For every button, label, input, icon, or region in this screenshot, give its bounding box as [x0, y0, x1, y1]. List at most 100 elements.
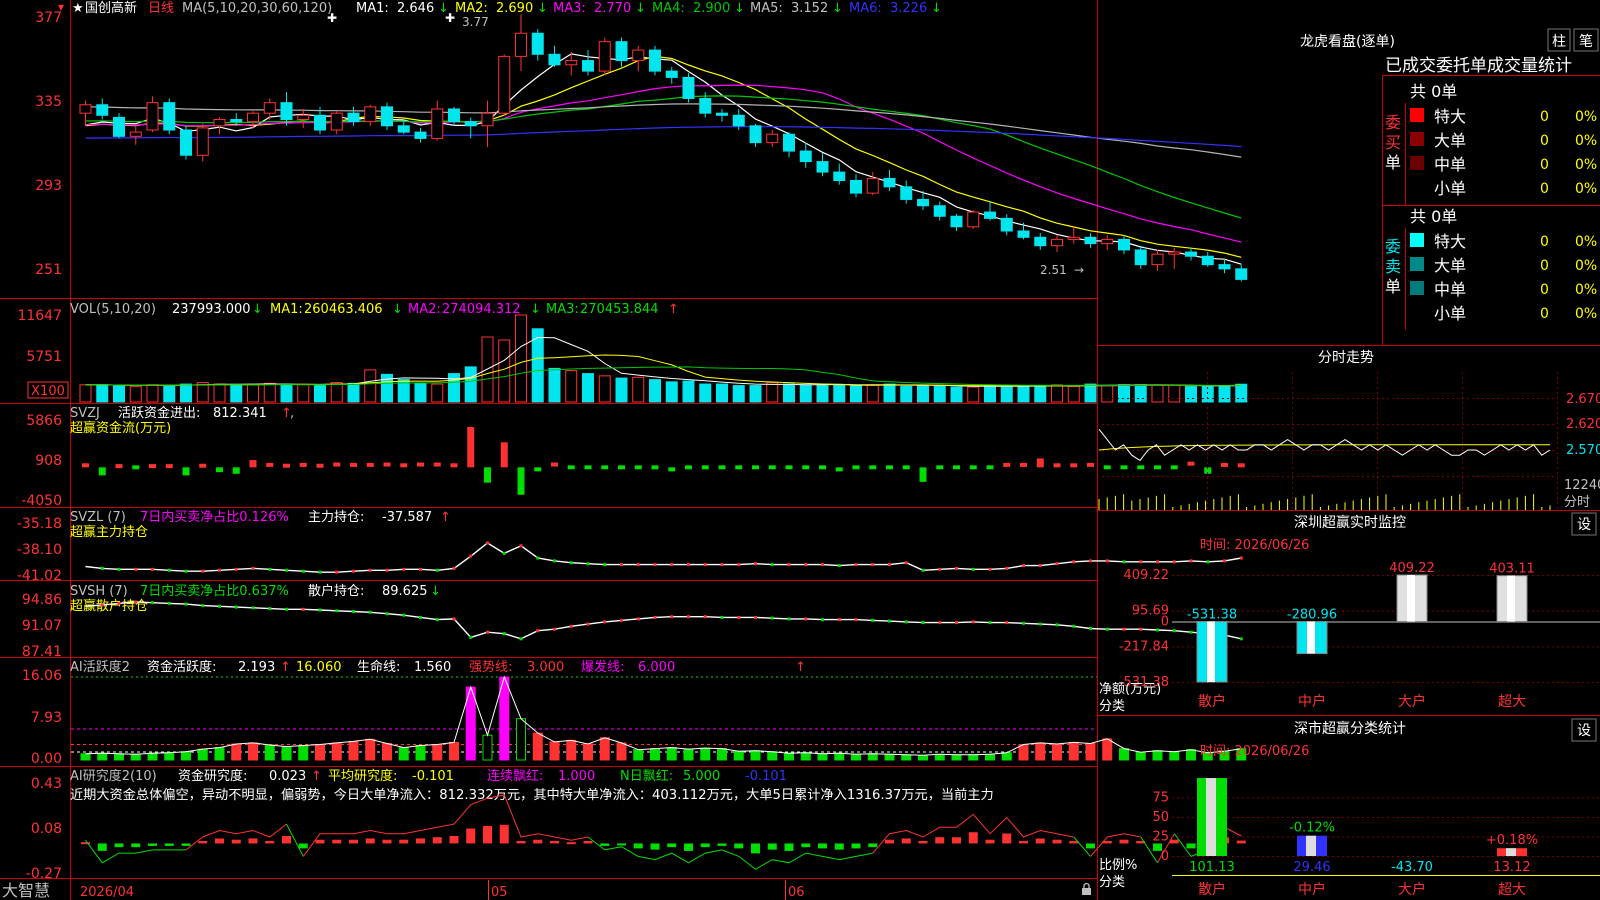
monitor-panel: 深圳超赢实时监控 设 时间: 2026/06/26 409.2295.690-2… [1099, 512, 1600, 714]
position-dot [435, 618, 439, 622]
lhkp-buy-total: 共 0单 [1410, 82, 1457, 101]
ai2-bar [1052, 743, 1062, 761]
vol-bar [1084, 383, 1097, 403]
position-dot [469, 635, 473, 639]
candle-body [464, 121, 477, 127]
position-dot [435, 568, 439, 572]
position-dot [938, 567, 942, 571]
high-price-label: 3.77 [462, 15, 489, 29]
position-dot [603, 620, 607, 624]
position-dot [1223, 559, 1226, 563]
ai2-life-value: 1.560 [414, 660, 451, 675]
position-dot [1005, 566, 1009, 570]
stock-name[interactable]: 国创高新 [85, 0, 137, 16]
candle-body [213, 118, 226, 127]
stats-bottom-value: 101.13 [1189, 860, 1235, 875]
vol-bar [464, 366, 477, 403]
ai2-bar [901, 754, 912, 761]
price-grid [62, 17, 70, 270]
ai10-bar [466, 828, 476, 844]
ma4-arrow: ↓ [734, 1, 745, 16]
lhkp-sell-row-name: 小单 [1434, 304, 1466, 323]
vol-bar [548, 367, 561, 403]
position-dot [167, 601, 171, 605]
legend-swatch [1410, 281, 1424, 295]
svzj-tick: 908 [35, 453, 62, 469]
candle-body [900, 186, 913, 200]
ai10-bar [801, 843, 811, 848]
intraday-time-label: 分时 [1564, 495, 1590, 510]
ai10-avg-value: -0.101 [412, 769, 454, 784]
position-dot [1139, 627, 1143, 631]
vol-bar [1000, 385, 1013, 403]
vol-bar [96, 384, 109, 403]
svzj-bar [1154, 465, 1161, 470]
ai10-bar [416, 838, 425, 844]
position-dot [1038, 564, 1042, 568]
ai2-bar [97, 752, 108, 761]
position-dot [754, 562, 757, 566]
position-dot [1172, 560, 1176, 564]
position-dot [117, 567, 121, 571]
lhkp-buy-row-name: 中单 [1434, 155, 1466, 174]
position-dot [687, 563, 690, 567]
monitor-bar-value: -531.38 [1187, 608, 1237, 623]
svzl-tick: -35.18 [17, 516, 62, 532]
svzj-bar [149, 464, 156, 469]
position-dot [971, 567, 975, 571]
svzj-bar [433, 462, 441, 467]
candle-body [247, 112, 259, 123]
position-dot [419, 567, 422, 571]
ma6-arrow: ↓ [931, 1, 942, 16]
position-dot [988, 621, 992, 625]
position-dot [888, 619, 891, 623]
position-dot [553, 627, 556, 631]
ai10-y-axis: 0.43 0.08 -0.27 [26, 776, 62, 882]
position-dot [720, 563, 724, 567]
svzj-bar [852, 465, 860, 470]
ai2-bar [616, 742, 627, 761]
position-dot [167, 568, 171, 572]
vol-bar [1017, 385, 1030, 403]
stats-settings-label[interactable]: 设 [1577, 723, 1591, 739]
period-label[interactable]: 日线 [148, 1, 174, 16]
ai2-bar [315, 743, 325, 761]
vol-bar [213, 383, 226, 403]
lock-icon[interactable] [1082, 882, 1091, 896]
stats-tick: 75 [1152, 791, 1169, 806]
lhkp-bar-button-label[interactable]: 柱 [1552, 34, 1566, 50]
monitor-settings-label[interactable]: 设 [1577, 517, 1591, 533]
vol-bar [816, 385, 829, 403]
position-dot [921, 621, 925, 625]
ai2-bar [1018, 743, 1029, 761]
ai2-bar [432, 743, 443, 761]
intraday-tick: 2.620 [1566, 417, 1600, 432]
lhkp-sell-row-name: 大单 [1434, 256, 1466, 275]
ai2-bar [1119, 748, 1129, 761]
svzj-bar [584, 465, 592, 470]
vol-bar [799, 385, 812, 403]
vol-bar [314, 385, 326, 403]
svzj-bar [165, 464, 173, 469]
ai2-bar [449, 741, 459, 761]
position-dot [1189, 559, 1193, 563]
price-tick: 335 [35, 94, 62, 110]
ai10-bar [332, 839, 342, 844]
ai2-up-arrow-icon: ↑ [795, 660, 806, 675]
position-dot [620, 618, 623, 622]
svzj-bar [785, 465, 793, 470]
position-dot [754, 615, 757, 619]
vol-bar [230, 384, 243, 403]
price-candles [79, 14, 1248, 282]
candle-body [950, 215, 963, 228]
vol-bar [732, 385, 745, 403]
position-dot [251, 566, 255, 570]
intraday-panel[interactable]: 分时走势 2.670 2.620 2.570 12240 分时 [1097, 350, 1600, 510]
lhkp-tick-button-label[interactable]: 笔 [1579, 34, 1593, 50]
ai10-bar [684, 843, 693, 851]
svzj-bar [802, 465, 810, 470]
ai10-bar [298, 843, 308, 849]
candle-body [1051, 238, 1063, 247]
candle-body [196, 127, 209, 156]
main-chart-area[interactable]: ▾ ★ 国创高新 日线 MA(5,10,20,30,60,120) MA1: 2.… [0, 0, 1600, 900]
